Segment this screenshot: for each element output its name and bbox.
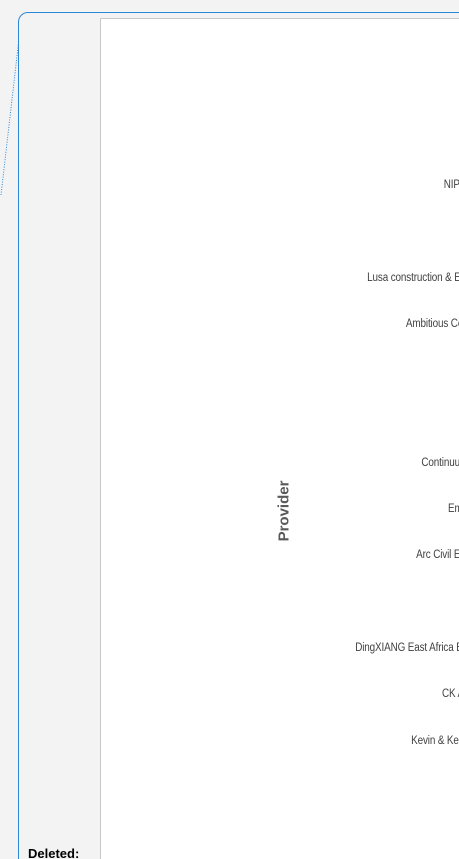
category-label: Ambitious Constr <box>405 318 459 330</box>
category-label: Continuum er <box>421 457 459 469</box>
category-label: Kevin & Keith In <box>410 735 459 747</box>
chart-area: Provider NIPE coDLusa construction & Eng… <box>100 18 459 859</box>
category-label: Lusa construction & Engin <box>367 272 459 284</box>
category-label: CK Asso <box>441 688 459 700</box>
deleted-label: Deleted: <box>28 846 80 859</box>
category-label: Arc Civil Engin <box>416 549 459 561</box>
category-label: DingXIANG East Africa Enter <box>354 642 459 654</box>
category-label: NIPE co <box>443 179 459 191</box>
y-axis-title: Provider <box>275 480 293 542</box>
category-label: Empa , <box>448 503 459 515</box>
comment-pane: Provider NIPE coDLusa construction & Eng… <box>0 0 459 859</box>
